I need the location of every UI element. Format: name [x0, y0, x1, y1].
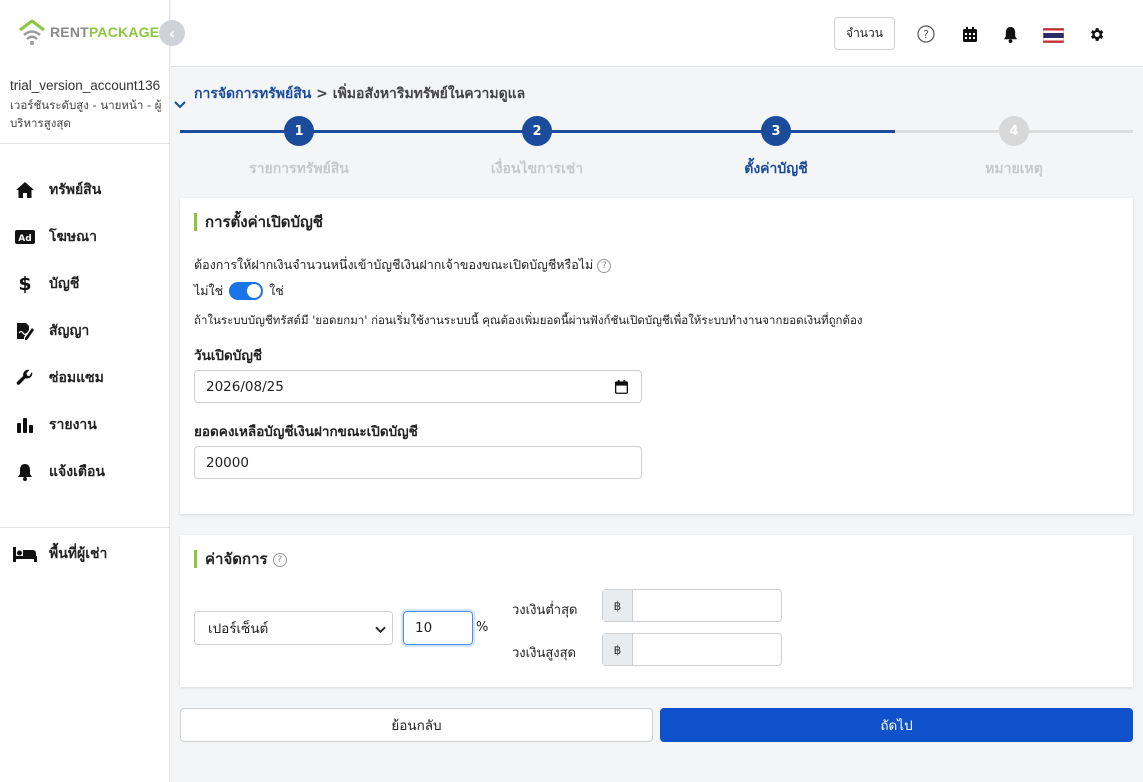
bell-icon — [15, 462, 35, 482]
account-info: trial_version_account136 เวอร์ชันระดับสู… — [10, 78, 165, 132]
sidebar-item-tenant-area[interactable]: พื้นที่ผู้เช่า — [0, 530, 170, 577]
account-opening-card: การตั้งค่าเปิดบัญชี ต้องการให้ฝากเงินจำน… — [180, 198, 1133, 514]
deposit-toggle-row: ไม่ใช่ ใช่ — [194, 281, 284, 301]
balance-input[interactable]: 20000 — [194, 446, 642, 479]
breadcrumb-current: เพิ่มอสังหาริมทรัพย์ในความดูแล — [332, 86, 526, 102]
open-date-label: วันเปิดบัญชี — [194, 348, 262, 364]
sidebar-collapse-button[interactable]: ‹ — [159, 20, 185, 46]
step-4-circle[interactable]: 4 — [999, 116, 1029, 146]
balance-value: 20000 — [206, 454, 249, 471]
sidebar-item-label: ทรัพย์สิน — [49, 181, 102, 198]
step-3-circle[interactable]: 3 — [761, 116, 791, 146]
toggle-on-label: ใช่ — [269, 283, 284, 298]
fee-percent-input[interactable]: 10 — [403, 611, 473, 645]
breadcrumb-separator: > — [311, 86, 333, 102]
divider — [0, 143, 170, 144]
step-1-label: รายการทรัพย์สิน — [249, 161, 349, 177]
gear-icon[interactable] — [1087, 25, 1105, 43]
baht-symbol: ฿ — [603, 590, 633, 621]
account-name: trial_version_account136 — [10, 78, 161, 93]
sidebar-item-label: โฆษณา — [49, 228, 97, 245]
carry-forward-note: ถ้าในระบบบัญชีทรัสต์มี 'ยอดยกมา' ก่อนเริ… — [194, 313, 863, 327]
home-icon — [15, 180, 35, 200]
back-button[interactable]: ย้อนกลับ — [180, 708, 653, 742]
fee-type-selected: เปอร์เซ็นต์ — [208, 621, 269, 637]
step-1-circle[interactable]: 1 — [284, 116, 314, 146]
sidebar-tenant-label: พื้นที่ผู้เช่า — [49, 545, 108, 562]
svg-text:?: ? — [923, 28, 929, 41]
help-icon[interactable]: ? — [272, 552, 287, 567]
help-icon[interactable]: ? — [917, 25, 935, 43]
contract-icon — [15, 321, 35, 341]
min-limit-input-group: ฿ — [602, 589, 782, 622]
chevron-left-icon: ‹ — [168, 23, 176, 43]
svg-text:Ad: Ad — [18, 234, 31, 244]
toggle-off-label: ไม่ใช่ — [194, 283, 224, 298]
account-opening-title: การตั้งค่าเปิดบัญชี — [194, 213, 323, 231]
balance-label: ยอดคงเหลือบัญชีเงินฝากขณะเปิดบัญชี — [194, 424, 418, 440]
calendar-icon[interactable] — [614, 380, 629, 398]
sidebar-item-notifications[interactable]: แจ้งเตือน — [0, 448, 170, 495]
management-fee-card: ค่าจัดการ ? เปอร์เซ็นต์ 10 % วงเงินต่ำสุ… — [180, 535, 1133, 687]
management-fee-title-text: ค่าจัดการ — [205, 550, 268, 568]
thai-flag-icon[interactable] — [1043, 26, 1064, 44]
sidebar-item-repairs[interactable]: ซ่อมแซม — [0, 354, 170, 401]
deposit-question: ต้องการให้ฝากเงินจำนวนหนึ่งเข้าบัญชีเงิน… — [194, 255, 612, 275]
account-chevron-down-icon[interactable] — [174, 98, 186, 112]
open-date-input[interactable]: 2026/08/25 — [194, 370, 642, 403]
open-date-value: 2026/08/25 — [206, 378, 284, 395]
help-icon[interactable]: ? — [597, 258, 612, 273]
logo[interactable]: RENTPACKAGE — [18, 18, 159, 46]
sidebar-item-accounts[interactable]: $ บัญชี — [0, 260, 170, 307]
max-limit-input[interactable] — [633, 634, 781, 665]
dollar-icon: $ — [18, 272, 32, 295]
quantity-button[interactable]: จำนวน — [834, 17, 895, 50]
account-plan: เวอร์ชันระดับสูง - นายหน้า - ผู้บริหารสู… — [10, 98, 162, 130]
sidebar-item-ads[interactable]: Ad โฆษณา — [0, 213, 170, 260]
breadcrumb-link-property-management[interactable]: การจัดการทรัพย์สิน — [194, 86, 311, 102]
bell-icon[interactable] — [1001, 25, 1019, 43]
fee-percent-value: 10 — [415, 620, 433, 636]
divider — [0, 527, 170, 528]
max-limit-input-group: ฿ — [602, 633, 782, 666]
ad-icon: Ad — [15, 227, 35, 247]
sidebar-item-label: ซ่อมแซม — [49, 369, 104, 386]
logo-rent-text: RENT — [50, 24, 89, 40]
sidebar-item-property[interactable]: ทรัพย์สิน — [0, 166, 170, 213]
step-4-label: หมายเหตุ — [985, 161, 1043, 177]
step-3-label: ตั้งค่าบัญชี — [744, 161, 808, 177]
progress-stepper: 1 2 3 4 รายการทรัพย์สิน เงื่อนไขการเช่า … — [180, 116, 1133, 180]
min-limit-input[interactable] — [633, 590, 781, 621]
sidebar-item-label: สัญญา — [49, 322, 90, 339]
breadcrumb: การจัดการทรัพย์สิน > เพิ่มอสังหาริมทรัพย… — [194, 83, 525, 105]
wifi-house-logo-icon — [18, 18, 46, 46]
sidebar-nav: ทรัพย์สิน Ad โฆษณา $ บัญชี สัญญา ซ่อมแซม — [0, 166, 170, 495]
bar-chart-icon — [15, 415, 35, 435]
max-limit-label: วงเงินสูงสุด — [512, 646, 576, 661]
sidebar: RENTPACKAGE trial_version_account136 เวอ… — [0, 0, 170, 782]
fee-type-select[interactable]: เปอร์เซ็นต์ — [194, 611, 393, 645]
sidebar-item-label: บัญชี — [49, 275, 80, 292]
next-button[interactable]: ถัดไป — [660, 708, 1133, 742]
deposit-question-text: ต้องการให้ฝากเงินจำนวนหนึ่งเข้าบัญชีเงิน… — [194, 257, 594, 272]
management-fee-title: ค่าจัดการ ? — [194, 550, 287, 568]
step-2-circle[interactable]: 2 — [522, 116, 552, 146]
wrench-icon — [15, 368, 35, 388]
percent-symbol: % — [476, 620, 489, 635]
deposit-toggle[interactable] — [229, 282, 264, 300]
min-limit-label: วงเงินต่ำสุด — [512, 603, 578, 618]
sidebar-item-label: แจ้งเตือน — [49, 463, 105, 480]
chevron-down-icon — [375, 622, 386, 638]
sidebar-item-contracts[interactable]: สัญญา — [0, 307, 170, 354]
step-2-label: เงื่อนไขการเช่า — [490, 161, 584, 177]
logo-package-text: PACKAGE — [88, 24, 160, 40]
sidebar-item-reports[interactable]: รายงาน — [0, 401, 170, 448]
baht-symbol: ฿ — [603, 634, 633, 665]
sidebar-item-label: รายงาน — [49, 416, 97, 433]
top-header: จำนวน ? — [171, 0, 1143, 67]
bed-icon — [13, 544, 37, 564]
calendar-icon[interactable] — [961, 25, 979, 43]
